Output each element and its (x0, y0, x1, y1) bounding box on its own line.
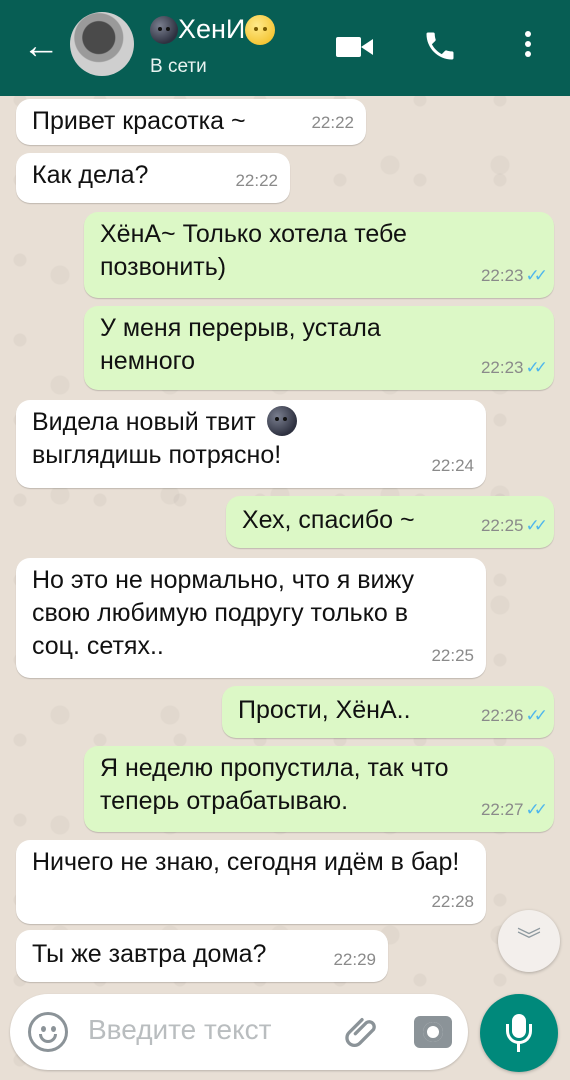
phone-icon[interactable] (422, 28, 458, 64)
message-time: 22:27 (480, 800, 524, 819)
message-bubble-incoming[interactable]: Ничего не знаю, сегодня идём в бар! 22:2… (16, 840, 486, 924)
message-time: 22:26 (480, 706, 524, 725)
message-time: 22:23 (480, 358, 524, 377)
message-text: Но это не нормально, что я вижу свою люб… (32, 566, 414, 660)
message-bubble-outgoing[interactable]: Я неделю пропустила, так что теперь отра… (84, 746, 554, 832)
attach-icon[interactable] (342, 1012, 382, 1052)
video-call-icon[interactable] (336, 28, 376, 64)
full-moon-face-icon (245, 14, 276, 45)
message-time: 22:22 (311, 113, 354, 132)
new-moon-face-icon (266, 406, 297, 437)
message-time: 22:25 (431, 646, 474, 665)
message-text-line-2: выглядишь потрясно! (32, 441, 282, 469)
message-bubble-incoming[interactable]: Но это не нормально, что я вижу свою люб… (16, 558, 486, 678)
chat-header: ← ХенИ В сети (0, 0, 570, 96)
voice-record-button[interactable] (480, 994, 558, 1072)
new-moon-face-icon (150, 15, 178, 44)
back-arrow-icon[interactable]: ← (22, 26, 62, 66)
message-text: Ты же завтра дома? (32, 940, 267, 968)
contact-status: В сети (150, 56, 207, 77)
message-bubble-outgoing[interactable]: ХёнА~ Только хотела тебе позвонить) 22:2… (84, 212, 554, 298)
read-ticks-icon: ✓✓ (525, 516, 548, 535)
emoji-icon[interactable] (28, 1012, 68, 1052)
message-text: Я неделю пропустила, так что теперь отра… (100, 754, 449, 815)
scroll-down-button[interactable]: ︾ (498, 910, 560, 972)
message-composer: Введите текст (10, 994, 468, 1070)
contact-name[interactable]: ХенИ (150, 14, 276, 45)
message-bubble-incoming[interactable]: Привет красотка ~ 22:22 (16, 99, 366, 145)
read-ticks-icon: ✓✓ (525, 706, 548, 725)
message-bubble-incoming[interactable]: Ты же завтра дома? 22:29 (16, 930, 388, 982)
message-bubble-incoming[interactable]: Как дела? 22:22 (16, 153, 290, 203)
message-bubble-outgoing[interactable]: У меня перерыв, устала немного 22:23 ✓✓ (84, 306, 554, 390)
more-vert-icon[interactable] (520, 28, 536, 64)
message-text: У меня перерыв, устала немного (100, 314, 381, 375)
message-text-line: Видела новый твит (32, 406, 472, 439)
read-ticks-icon: ✓✓ (525, 358, 548, 377)
message-bubble-incoming[interactable]: Видела новый твит выглядишь потрясно! 22… (16, 400, 486, 488)
contact-avatar[interactable] (70, 12, 134, 76)
message-time: 22:25 (480, 516, 524, 535)
message-time: 22:29 (333, 950, 376, 969)
contact-name-text: ХенИ (178, 14, 246, 44)
message-bubble-outgoing[interactable]: Прости, ХёнА.. 22:26 ✓✓ (222, 686, 554, 738)
camera-icon[interactable] (414, 1016, 452, 1048)
message-text: ХёнА~ Только хотела тебе позвонить) (100, 220, 407, 281)
double-chevron-down-icon: ︾ (517, 927, 541, 954)
message-text-line-1: Видела новый твит (32, 408, 256, 436)
message-input[interactable]: Введите текст (88, 1014, 272, 1046)
read-ticks-icon: ✓✓ (525, 800, 548, 819)
message-time: 22:23 (480, 266, 524, 285)
message-text: Привет красотка ~ (32, 107, 246, 135)
read-ticks-icon: ✓✓ (525, 266, 548, 285)
message-time: 22:28 (431, 892, 474, 911)
message-bubble-outgoing[interactable]: Хех, спасибо ~ 22:25 ✓✓ (226, 496, 554, 548)
message-time: 22:24 (431, 456, 474, 475)
message-text: Ничего не знаю, сегодня идём в бар! (32, 848, 460, 876)
message-time: 22:22 (235, 171, 278, 190)
